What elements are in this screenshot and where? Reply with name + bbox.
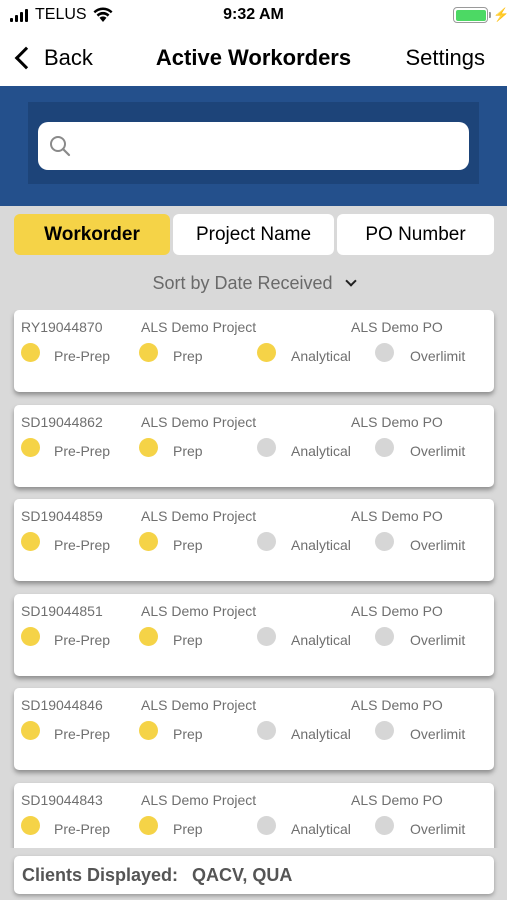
search-container [28, 102, 479, 184]
stage-label: Analytical [291, 442, 351, 459]
battery-icon [453, 7, 488, 23]
workorder-id: SD19044843 [21, 791, 103, 808]
search-icon [50, 136, 71, 157]
stage-status-dot [139, 815, 158, 835]
sort-label: Sort by Date Received [152, 272, 333, 293]
workorder-card[interactable]: RY19044870 ALS Demo Project ALS Demo PO Pre… [14, 310, 494, 392]
stage-label: Pre-Prep [54, 537, 111, 553]
stage-label: Pre-Prep [54, 726, 111, 742]
stage-status-dot [257, 532, 276, 551]
stage-status-dot [375, 532, 394, 551]
stage-label: Overlimit [410, 442, 466, 459]
workorder-id: SD19044846 [21, 697, 103, 713]
stage-label: Pre-Prep [54, 348, 111, 364]
stage-label: Prep [173, 820, 203, 837]
stage-status-dot [257, 721, 276, 740]
workorder-po: ALS Demo PO [351, 508, 443, 524]
search-input[interactable] [38, 122, 469, 170]
stage-status-dot [257, 815, 276, 835]
stage-label: Prep [173, 537, 203, 553]
stage-status-dot [375, 343, 394, 362]
stage-status-dot [375, 815, 394, 835]
chevron-down-icon [344, 275, 357, 287]
status-bar: TELUS 9:32 AM ⚡ [0, 0, 507, 30]
search-panel [0, 86, 507, 206]
sort-dropdown[interactable]: Sort by Date Received [0, 270, 507, 296]
charging-bolt-icon: ⚡ [493, 7, 507, 22]
workorder-id: SD19044859 [21, 508, 103, 524]
workorder-card[interactable]: SD19044859 ALS Demo Project ALS Demo PO Pre… [14, 499, 494, 581]
stage-status-dot [139, 437, 158, 457]
stage-status-dot [375, 721, 394, 740]
clients-displayed-value: QACV, QUA [192, 864, 293, 885]
stage-status-dot [257, 437, 276, 457]
stage-label: Overlimit [410, 726, 466, 742]
stage-label: Overlimit [410, 820, 466, 837]
stage-status-dot [139, 343, 158, 362]
workorder-po: ALS Demo PO [351, 791, 443, 808]
stage-label: Pre-Prep [54, 631, 111, 648]
clients-displayed-bar: Clients Displayed: QACV, QUA [14, 856, 494, 894]
stage-status-dot [257, 343, 276, 362]
stage-status-dot [21, 343, 40, 362]
stage-label: Analytical [291, 726, 351, 742]
back-label: Back [44, 45, 93, 70]
workorder-id: RY19044870 [21, 319, 103, 335]
workorder-id: SD19044862 [21, 413, 103, 430]
navigation-bar: Back Active Workorders Settings [0, 30, 507, 86]
stage-label: Prep [173, 631, 203, 648]
workorder-po: ALS Demo PO [351, 319, 443, 335]
battery-fill [455, 9, 486, 21]
stage-status-dot [21, 721, 40, 740]
back-button[interactable]: Back [10, 41, 93, 75]
workorder-card[interactable]: SD19044862 ALS Demo Project ALS Demo PO Pre… [14, 404, 494, 487]
workorder-po: ALS Demo PO [351, 413, 443, 430]
workorder-card[interactable]: SD19044851 ALS Demo Project ALS Demo PO Pre… [14, 593, 494, 676]
stage-label: Prep [173, 726, 203, 742]
workorder-po: ALS Demo PO [351, 697, 443, 713]
workorder-project: ALS Demo Project [141, 697, 257, 713]
stage-label: Pre-Prep [54, 442, 111, 459]
workorder-card[interactable]: SD19044846 ALS Demo Project ALS Demo PO Pre… [14, 688, 494, 770]
stage-label: Overlimit [410, 537, 466, 553]
settings-button[interactable]: Settings [406, 45, 486, 71]
tab-po-number[interactable]: PO Number [337, 214, 494, 255]
stage-status-dot [21, 626, 40, 646]
stage-status-dot [139, 721, 158, 740]
clock-time: 9:32 AM [223, 6, 284, 23]
stage-status-dot [21, 532, 40, 551]
stage-status-dot [139, 532, 158, 551]
stage-status-dot [257, 626, 276, 646]
workorder-list[interactable]: RY19044870 ALS Demo Project ALS Demo PO Pre… [0, 310, 507, 848]
chevron-left-icon [14, 46, 38, 70]
stage-status-dot [21, 815, 40, 835]
clients-displayed-label: Clients Displayed: [22, 864, 179, 885]
workorder-id: SD19044851 [21, 602, 103, 619]
stage-status-dot [139, 626, 158, 646]
workorder-project: ALS Demo Project [141, 319, 257, 335]
battery-cap [489, 12, 491, 18]
workorder-project: ALS Demo Project [141, 413, 257, 430]
stage-label: Prep [173, 442, 203, 459]
stage-label: Analytical [291, 537, 351, 553]
stage-label: Overlimit [410, 631, 466, 648]
workorder-project: ALS Demo Project [141, 791, 257, 808]
stage-status-dot [375, 626, 394, 646]
stage-label: Overlimit [410, 348, 466, 364]
stage-label: Prep [173, 348, 203, 364]
stage-label: Pre-Prep [54, 820, 111, 837]
workorder-card[interactable]: SD19044843 ALS Demo Project ALS Demo PO Pre… [14, 782, 494, 848]
stage-label: Analytical [291, 631, 351, 648]
stage-label: Analytical [291, 348, 351, 364]
workorder-project: ALS Demo Project [141, 508, 257, 524]
tab-project-name[interactable]: Project Name [173, 214, 334, 255]
stage-label: Analytical [291, 820, 351, 837]
workorder-po: ALS Demo PO [351, 602, 443, 619]
stage-status-dot [21, 437, 40, 457]
workorder-project: ALS Demo Project [141, 602, 257, 619]
stage-status-dot [375, 437, 394, 457]
tab-workorder[interactable]: Workorder [14, 214, 170, 255]
